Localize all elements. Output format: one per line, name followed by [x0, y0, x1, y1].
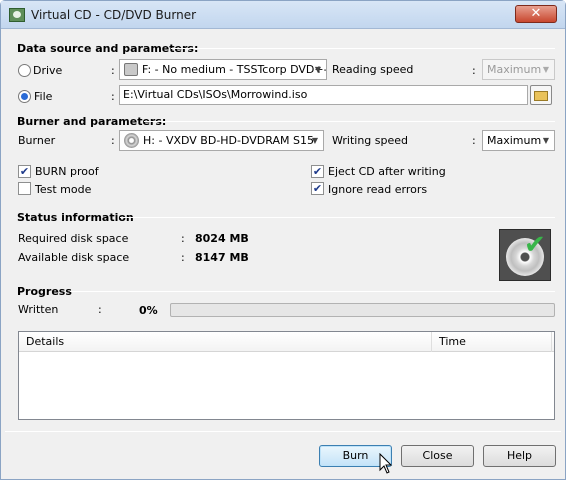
write-progress-bar: [170, 303, 555, 317]
ignore-read-errors-label: Ignore read errors: [328, 183, 428, 196]
ignore-read-errors-checkbox[interactable]: [311, 182, 324, 195]
burner-divider: [144, 121, 555, 122]
browse-file-button[interactable]: [530, 85, 552, 105]
burner-window: Virtual CD - CD/DVD Burner ✕ Data source…: [0, 0, 566, 480]
window-close-button[interactable]: ✕: [515, 5, 557, 23]
writing-speed-colon: :: [472, 134, 476, 147]
file-colon: :: [111, 90, 115, 103]
status-section-header: Status information: [17, 211, 134, 224]
drive-select-value: F: - No medium - TSSTcorp DVD+-R: [142, 63, 327, 76]
writing-speed-label: Writing speed: [332, 134, 409, 147]
reading-speed-value: Maximum: [487, 63, 542, 76]
reading-speed-label: Reading speed: [332, 63, 414, 76]
folder-icon: [534, 91, 548, 101]
eject-cd-label: Eject CD after writing: [328, 165, 446, 178]
reading-speed-select: Maximum ▼: [482, 59, 555, 80]
details-list-header: Details Time: [19, 332, 554, 352]
burner-colon: :: [111, 134, 115, 147]
chevron-down-icon: ▼: [542, 136, 550, 145]
burn-proof-label: BURN proof: [35, 165, 99, 178]
mouse-cursor-icon: [379, 453, 393, 474]
window-title: Virtual CD - CD/DVD Burner: [31, 8, 197, 22]
eject-cd-checkbox[interactable]: [311, 165, 324, 178]
column-time[interactable]: Time: [432, 332, 552, 352]
burn-proof-checkbox[interactable]: [18, 165, 31, 178]
available-space-value: 8147 MB: [195, 251, 249, 264]
cd-status-graphic: ✔: [499, 229, 551, 281]
details-list[interactable]: Details Time: [18, 331, 555, 420]
required-space-colon: :: [181, 232, 185, 245]
writing-speed-value: Maximum: [487, 134, 542, 147]
file-path-input[interactable]: E:\Virtual CDs\ISOs\Morrowind.iso: [119, 85, 528, 105]
status-divider: [120, 217, 555, 218]
burner-select[interactable]: H: - VXDV BD-HD-DVDRAM S15 ▼: [119, 130, 324, 151]
footer-divider: [5, 431, 561, 432]
progress-section-header: Progress: [17, 285, 72, 298]
drive-colon: :: [111, 64, 115, 77]
drive-label: Drive: [33, 64, 63, 77]
disc-icon: [124, 132, 139, 148]
file-label: File: [34, 90, 53, 103]
chevron-down-icon: ▼: [542, 65, 550, 74]
chevron-down-icon: ▼: [311, 136, 319, 145]
column-details[interactable]: Details: [19, 332, 432, 352]
source-divider: [171, 48, 555, 49]
chevron-down-icon: ▼: [314, 65, 322, 74]
drive-select[interactable]: F: - No medium - TSSTcorp DVD+-R ▼: [119, 59, 327, 80]
burner-label: Burner: [18, 134, 56, 147]
help-button[interactable]: Help: [483, 445, 556, 467]
available-space-colon: :: [181, 251, 185, 264]
cd-check-icon: ✔: [524, 230, 546, 260]
written-value: 0%: [139, 304, 158, 317]
drive-icon: [124, 62, 138, 76]
reading-speed-colon: :: [472, 64, 476, 77]
writing-speed-select[interactable]: Maximum ▼: [482, 130, 555, 151]
written-label: Written: [18, 303, 59, 316]
file-radio[interactable]: [18, 90, 31, 103]
app-icon: [9, 8, 25, 22]
required-space-label: Required disk space: [18, 232, 129, 245]
available-space-label: Available disk space: [18, 251, 130, 264]
progress-divider: [70, 291, 555, 292]
test-mode-label: Test mode: [35, 183, 92, 196]
drive-radio[interactable]: [18, 64, 31, 77]
test-mode-checkbox[interactable]: [18, 182, 31, 195]
close-button[interactable]: Close: [401, 445, 474, 467]
required-space-value: 8024 MB: [195, 232, 249, 245]
title-bar: Virtual CD - CD/DVD Burner ✕: [1, 1, 565, 29]
written-colon: :: [98, 303, 102, 316]
burner-select-value: H: - VXDV BD-HD-DVDRAM S15: [143, 134, 314, 147]
